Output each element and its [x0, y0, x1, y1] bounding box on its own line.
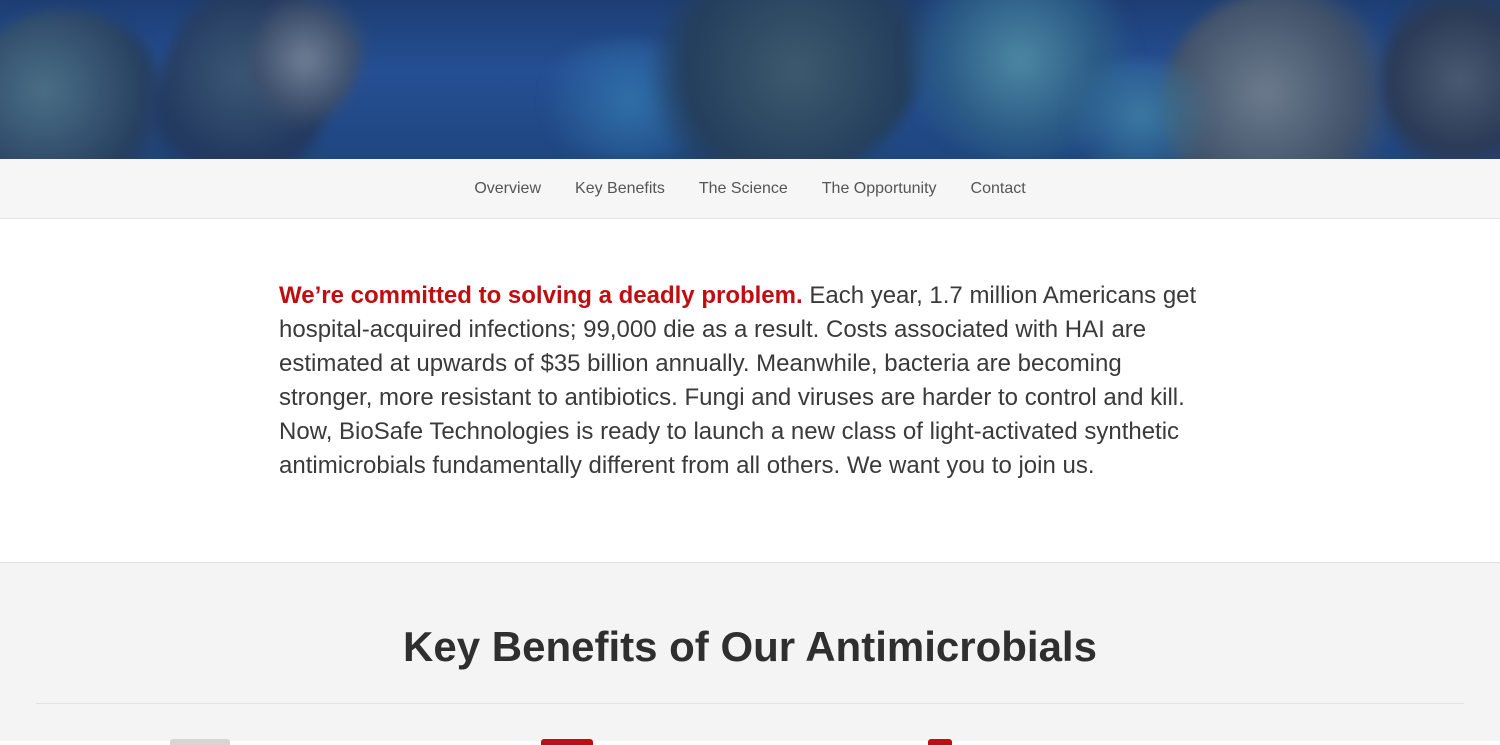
- main-navigation: Overview Key Benefits The Science The Op…: [0, 159, 1500, 219]
- bacteria-shape: [1050, 60, 1230, 159]
- section-title: Key Benefits of Our Antimicrobials: [403, 623, 1097, 670]
- benefit-icon: [541, 739, 593, 745]
- nav-item-overview[interactable]: Overview: [474, 180, 541, 198]
- intro-section: We’re committed to solving a deadly prob…: [0, 219, 1500, 563]
- key-benefits-section: Key Benefits of Our Antimicrobials: [0, 563, 1500, 745]
- nav-item-key-benefits[interactable]: Key Benefits: [575, 180, 665, 198]
- benefit-icon: [928, 739, 952, 745]
- intro-paragraph: We’re committed to solving a deadly prob…: [279, 279, 1209, 483]
- nav-item-the-science[interactable]: The Science: [699, 180, 788, 198]
- intro-lead: We’re committed to solving a deadly prob…: [279, 282, 803, 309]
- intro-body: Each year, 1.7 million Americans get hos…: [279, 282, 1197, 479]
- divider: [36, 703, 1464, 704]
- hero-banner-image: [0, 0, 1500, 159]
- nav-item-contact[interactable]: Contact: [971, 180, 1026, 198]
- bacteria-shape: [0, 10, 170, 159]
- benefit-icon: [170, 739, 230, 745]
- nav-item-the-opportunity[interactable]: The Opportunity: [822, 180, 937, 198]
- bacteria-shape: [1380, 0, 1500, 159]
